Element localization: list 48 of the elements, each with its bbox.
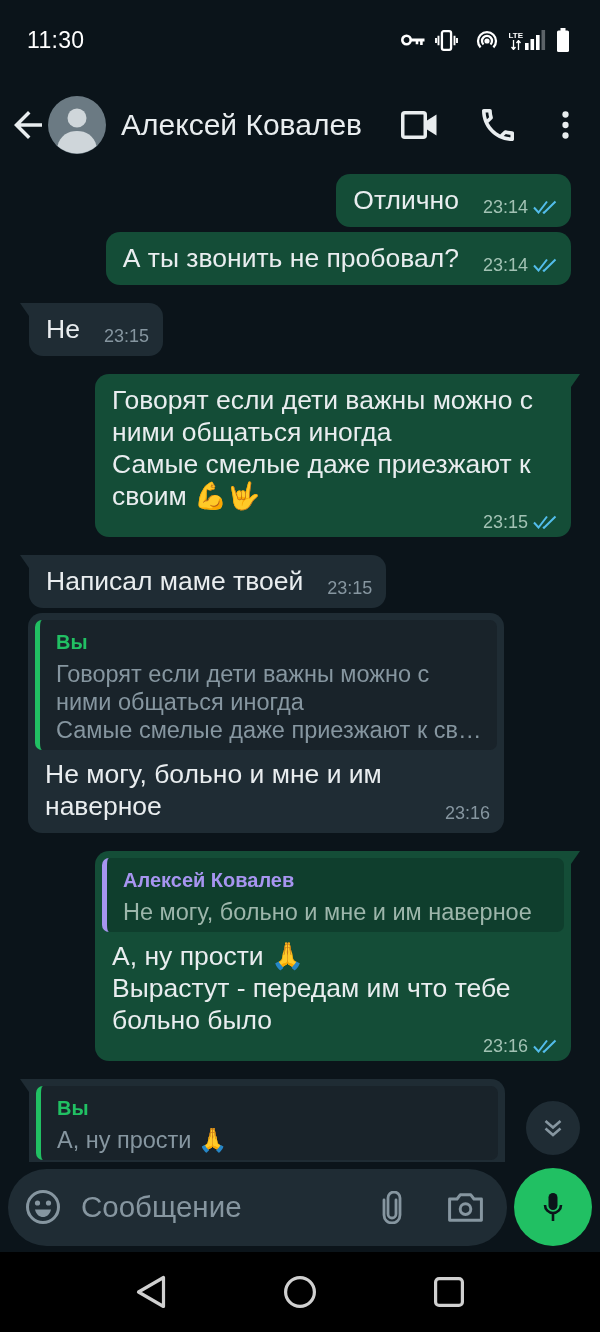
message-text: Написал маме твоей	[46, 566, 304, 596]
vibrate-icon	[435, 29, 459, 51]
key-icon	[401, 34, 426, 46]
nav-recents-icon[interactable]	[434, 1277, 464, 1307]
message-text: А, ну прости 🙏 Вырастут - передам им что тебе больно было	[112, 941, 511, 1035]
nav-back-icon[interactable]	[136, 1275, 166, 1309]
message-field[interactable]: Сообщение	[8, 1168, 507, 1246]
more-options-icon[interactable]	[562, 111, 569, 139]
message-time: 23:14	[482, 255, 528, 275]
quoted-message[interactable]: Вы А, ну прости 🙏	[36, 1086, 498, 1160]
message-time: 23:16	[444, 803, 490, 823]
status-time: 11:30	[27, 26, 85, 54]
network-type-label: LTE	[508, 30, 523, 40]
video-camera-icon[interactable]	[401, 111, 437, 139]
quote-author: Вы	[56, 630, 89, 654]
quoted-message[interactable]: Алексей Ковалев Не могу, больно и мне и им наверное	[102, 858, 564, 932]
double-chevron-down-icon	[543, 1118, 563, 1138]
battery-icon	[556, 28, 570, 52]
message-text: А ты звонить не пробовал?	[122, 243, 459, 273]
back-icon[interactable]	[14, 111, 42, 139]
data-arrows-icon	[510, 39, 521, 50]
contact-name[interactable]: Алексей Ковалев	[121, 108, 362, 142]
message-text: Отлично	[353, 185, 459, 215]
scroll-down-button[interactable]	[526, 1101, 580, 1155]
message-time: 23:14	[482, 197, 528, 217]
signal-icon	[524, 30, 546, 50]
message-time: 23:15	[103, 326, 149, 346]
emoji-icon[interactable]	[26, 1190, 60, 1224]
camera-icon[interactable]	[448, 1192, 483, 1222]
message-time: 23:15	[482, 512, 528, 532]
quote-text: Не могу, больно и мне и им наверное	[123, 898, 533, 926]
message-time: 23:15	[327, 578, 373, 598]
message-time: 23:16	[482, 1036, 528, 1056]
quoted-message[interactable]: Вы Говорят если дети важны можно с ними общаться иногда Самые смелые даже приезжают к св…	[35, 620, 497, 750]
quote-text: А, ну прости 🙏	[57, 1126, 229, 1154]
avatar-icon[interactable]	[48, 96, 106, 154]
microphone-icon	[543, 1192, 563, 1222]
message-text: Не могу, больно и мне и им наверное	[45, 759, 382, 821]
message-input-field[interactable]: Сообщение	[81, 1190, 372, 1224]
paperclip-icon[interactable]	[382, 1190, 402, 1224]
message-text: Не	[46, 314, 80, 344]
phone-icon[interactable]	[482, 109, 514, 141]
nav-home-icon[interactable]	[284, 1276, 316, 1308]
message-text: Говорят если дети важны можно с ними общаться иногда Самые смелые даже приезжают к своим 💪🤟	[112, 385, 534, 511]
quote-text: Говорят если дети важны можно с ними общаться иногда Самые смелые даже приезжают к св…	[56, 660, 483, 744]
quote-author: Вы	[57, 1096, 90, 1120]
quote-author: Алексей Ковалев	[123, 868, 296, 892]
hotspot-icon	[476, 30, 499, 50]
